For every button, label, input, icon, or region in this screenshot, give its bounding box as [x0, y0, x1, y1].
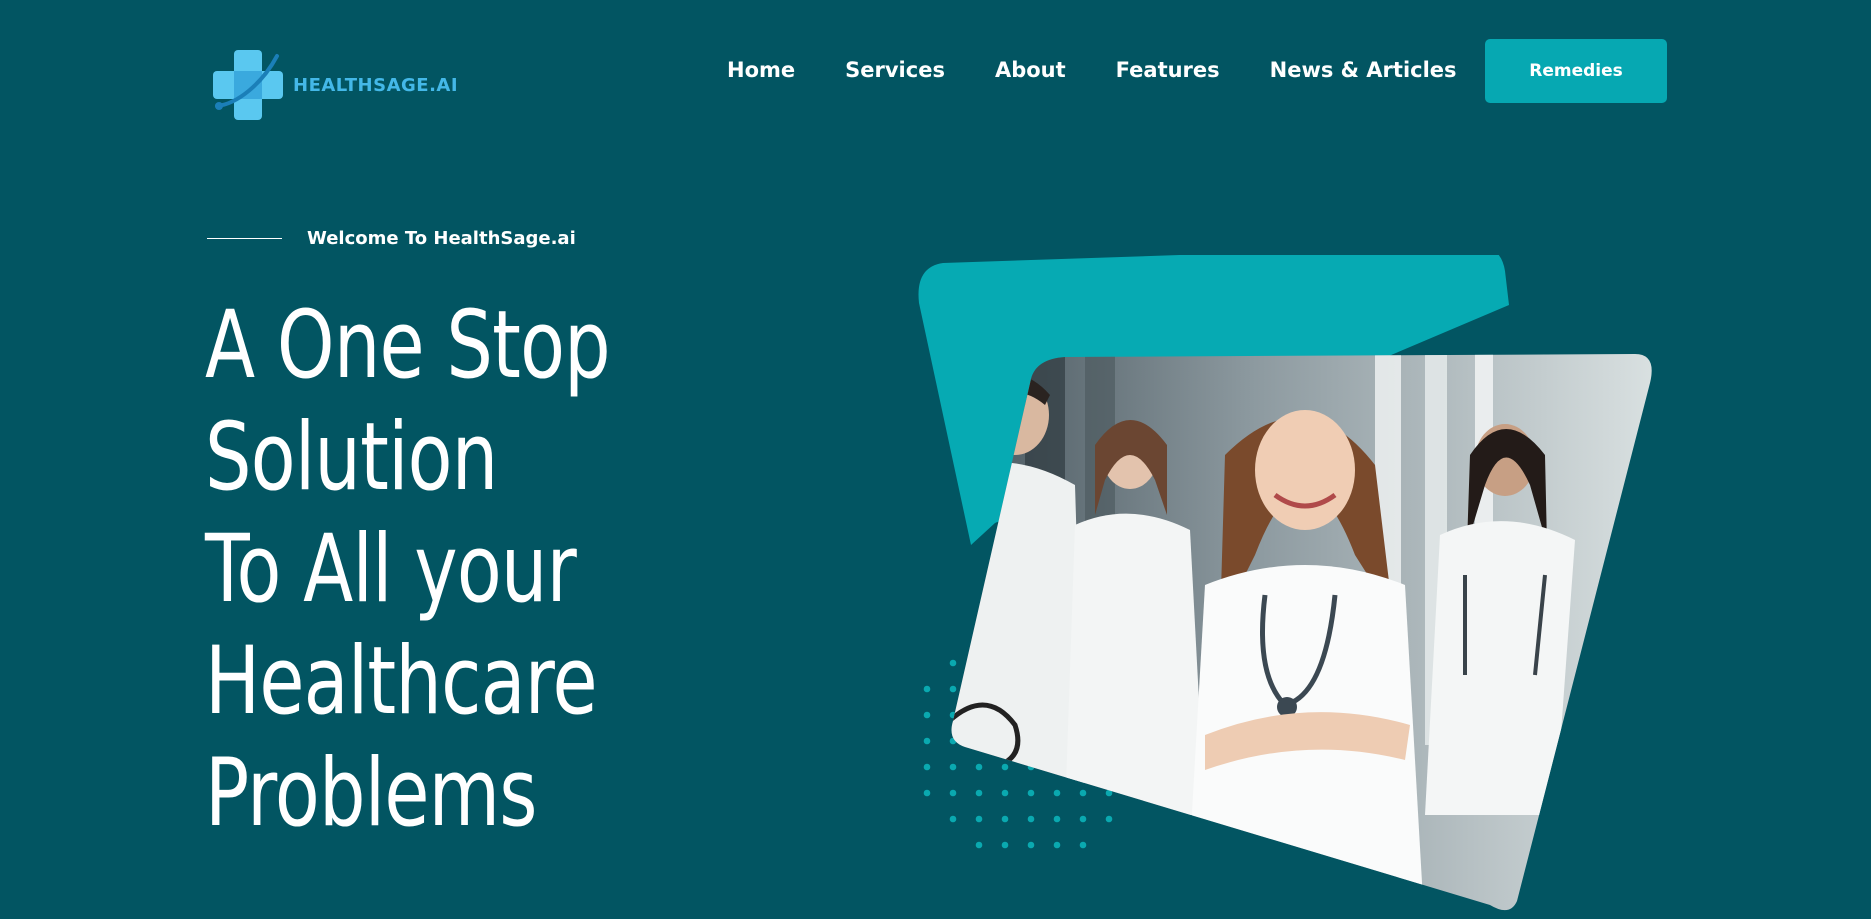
doctors-photo [951, 354, 1652, 911]
nav-features[interactable]: Features [1116, 56, 1220, 84]
hero-title-line: Solution [205, 403, 498, 512]
eyebrow-divider [207, 238, 282, 239]
hero-title: A One Stop Solution To All your Healthca… [205, 290, 689, 850]
welcome-eyebrow: Welcome To HealthSage.ai [207, 228, 576, 249]
hero-image-group [905, 255, 1685, 919]
remedies-button[interactable]: Remedies [1485, 39, 1667, 103]
hero-title-line: Healthcare [205, 627, 598, 736]
main-nav: Home Services About Features News & Arti… [727, 56, 1457, 84]
nav-home[interactable]: Home [727, 56, 795, 84]
medical-cross-icon [207, 44, 289, 126]
eyebrow-text: Welcome To HealthSage.ai [307, 228, 576, 249]
hero-title-line: Problems [205, 739, 537, 848]
landing-page: HEALTHSAGE.AI Home Services About Featur… [0, 0, 1871, 919]
logo-link[interactable]: HEALTHSAGE.AI [207, 44, 458, 126]
nav-news-articles[interactable]: News & Articles [1270, 56, 1457, 84]
nav-services[interactable]: Services [845, 56, 945, 84]
nav-about[interactable]: About [995, 56, 1066, 84]
hero-title-line: A One Stop [205, 291, 611, 400]
logo-text: HEALTHSAGE.AI [293, 74, 459, 96]
hero-title-line: To All your [205, 515, 577, 624]
